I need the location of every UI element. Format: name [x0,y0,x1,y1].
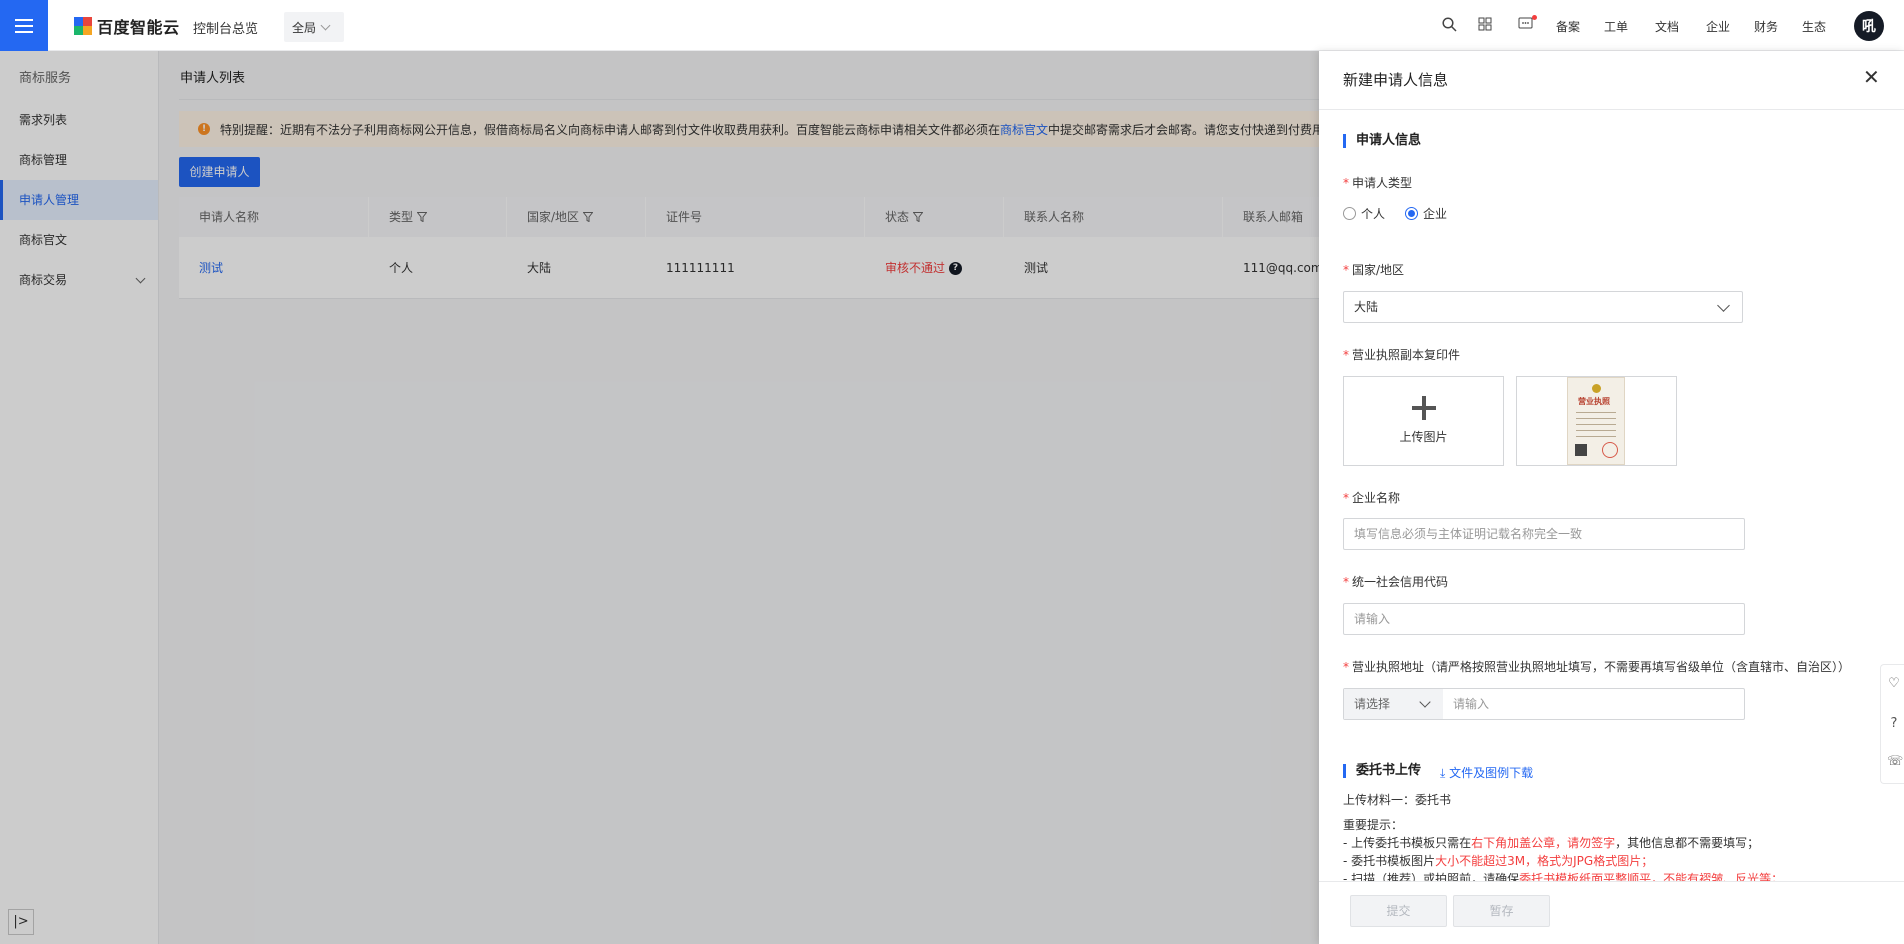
modal-overlay[interactable] [0,51,1319,944]
radio-company[interactable]: 企业 [1405,205,1447,222]
nav-link-ticket[interactable]: 工单 [1604,18,1628,35]
tips-title: 重要提示： [1343,818,1404,832]
address-region-select[interactable]: 请选择 [1344,689,1443,719]
radio-circle[interactable] [1343,207,1356,220]
qr-code-icon [1575,444,1587,456]
upload-image-button[interactable]: 上传图片 [1343,376,1504,466]
license-line [1576,424,1616,425]
console-overview-link[interactable]: 控制台总览 [193,18,258,37]
tip-text: - 委托书模板图片 [1343,854,1436,868]
label-text: 申请人类型 [1352,176,1413,190]
nav-link-finance[interactable]: 财务 [1754,18,1778,35]
help-icon[interactable]: ? [1887,717,1901,731]
drawer-footer: 提交 暂存 [1319,881,1904,944]
notification-dot [1532,15,1537,20]
region-select-value: 全局 [292,20,317,35]
label-text: 统一社会信用代码 [1352,575,1449,589]
label-text: 企业名称 [1352,491,1401,505]
nav-link-ecosystem[interactable]: 生态 [1802,18,1826,35]
section-title-applicant: 申请人信息 [1343,134,1421,148]
tip-1: - 上传委托书模板只需在右下角加盖公章，请勿签字，其他信息都不需要填写； [1343,834,1759,851]
radio-label: 个人 [1361,207,1386,221]
download-icon: ⤓ [1440,766,1446,780]
chevron-down-icon [1419,696,1431,708]
drawer-title: 新建申请人信息 [1343,71,1449,89]
tip-highlight: 右下角加盖公章，请勿签字 [1471,836,1616,850]
label-text: 国家/地区 [1352,263,1405,277]
credit-code-input[interactable]: 请输入 [1343,603,1745,635]
uploaded-license-thumbnail[interactable]: 营业执照 [1516,376,1677,466]
new-applicant-drawer: 新建申请人信息 ✕ 申请人信息 * 申请人类型 个人 企业 * 国家/地区 大陆 *… [1319,51,1904,944]
floating-toolbar: ♡ ? ☏ [1880,664,1904,784]
hamburger-icon [15,18,33,33]
address-field: 请选择 请输入 [1343,688,1745,720]
tip-text: ，其他信息都不需要填写； [1615,836,1760,850]
applicant-type-radio-group: 个人 企业 [1343,205,1447,222]
search-icon[interactable] [1441,17,1457,33]
select-placeholder: 请选择 [1354,697,1391,711]
download-link-text: 文件及图例下载 [1449,766,1534,780]
address-label: * 营业执照地址（请严格按照营业执照地址填写，不需要再填写省级单位（含直辖市、自治… [1343,658,1850,675]
tip-3: - 扫描（推荐）或拍照前，请确保委托书模板纸面平整顺平，不能有褶皱、反光等； [1343,870,1783,881]
tip-text: - 上传委托书模板只需在 [1343,836,1472,850]
radio-person[interactable]: 个人 [1343,205,1385,222]
apps-grid-icon[interactable] [1477,17,1493,33]
chevron-down-icon [1717,299,1730,312]
nav-link-enterprise[interactable]: 企业 [1706,18,1730,35]
required-mark: * [1343,348,1349,362]
divider [1319,109,1904,110]
region-select-value: 大陆 [1354,300,1379,314]
tip-text: - 扫描（推荐）或拍照前，请确保 [1343,872,1520,881]
license-line [1576,418,1616,419]
radio-circle[interactable] [1405,207,1419,220]
logo-text: 百度智能云 [97,18,180,37]
license-line [1576,412,1616,413]
credit-code-label: * 统一社会信用代码 [1343,573,1448,590]
nav-link-filing[interactable]: 备案 [1556,18,1580,35]
license-line [1576,436,1616,437]
required-mark: * [1343,575,1349,589]
plus-icon [1412,396,1436,420]
chevron-down-icon [320,20,331,30]
label-text: 营业执照地址（请严格按照营业执照地址填写，不需要再填写省级单位（含直辖市、自治区… [1352,660,1851,674]
submit-button[interactable]: 提交 [1350,895,1447,927]
menu-button[interactable] [0,0,48,51]
top-navbar: 百度智能云 控制台总览 全局 备案 工单 文档 企业 财务 生态 吼 [0,0,1904,51]
seal-icon [1602,442,1618,458]
favorite-icon[interactable]: ♡ [1887,677,1901,691]
address-input[interactable]: 请输入 [1443,689,1489,719]
business-license-image: 营业执照 [1567,377,1625,465]
company-name-label: * 企业名称 [1343,489,1400,506]
emblem-icon [1592,384,1601,393]
baidu-cloud-logo-icon [74,17,92,35]
required-mark: * [1343,660,1349,674]
download-link[interactable]: ⤓ 文件及图例下载 [1440,764,1533,781]
message-icon[interactable] [1517,17,1533,33]
license-line [1576,430,1616,431]
material-line: 上传材料一：委托书 [1343,793,1452,807]
applicant-type-label: * 申请人类型 [1343,174,1412,191]
upload-text: 上传图片 [1399,430,1448,444]
save-draft-button[interactable]: 暂存 [1453,895,1550,927]
region-select[interactable]: 大陆 [1343,291,1743,323]
label-text: 营业执照副本复印件 [1352,348,1461,362]
required-mark: * [1343,263,1349,277]
avatar[interactable]: 吼 [1854,11,1884,41]
radio-label: 企业 [1423,207,1448,221]
section-title-proxy: 委托书上传 [1343,764,1421,778]
tip-2: - 委托书模板图片大小不能超过3M，格式为JPG格式图片； [1343,852,1653,869]
company-name-input[interactable]: 填写信息必须与主体证明记载名称完全一致 [1343,518,1745,550]
required-mark: * [1343,176,1349,190]
required-mark: * [1343,491,1349,505]
region-label: * 国家/地区 [1343,261,1404,278]
phone-icon[interactable]: ☏ [1887,755,1903,769]
tip-highlight: 大小不能超过3M，格式为JPG格式图片； [1435,854,1654,868]
tip-highlight: 委托书模板纸面平整顺平，不能有褶皱、反光等； [1519,872,1784,881]
license-image-title: 营业执照 [1578,397,1610,406]
logo[interactable]: 百度智能云 [74,15,180,37]
region-select[interactable]: 全局 [284,12,344,42]
license-label: * 营业执照副本复印件 [1343,346,1460,363]
close-icon[interactable]: ✕ [1863,67,1880,87]
nav-link-docs[interactable]: 文档 [1655,18,1679,35]
